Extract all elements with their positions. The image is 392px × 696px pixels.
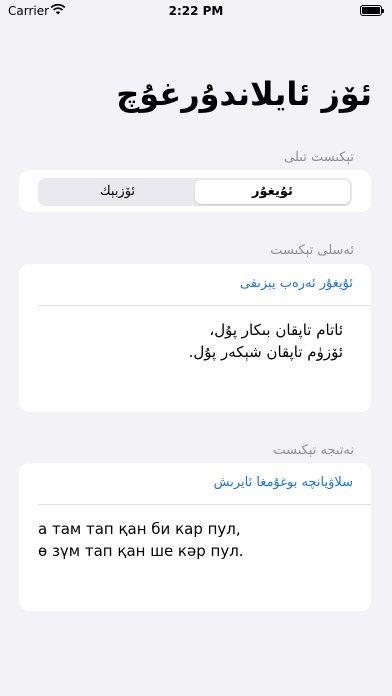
result-script-link[interactable]: سلاۋيانچە بوغۇمغا ئايرىش — [214, 475, 353, 490]
segment-uyghur[interactable]: ئۇيغۇر — [195, 180, 350, 204]
source-text[interactable]: ئاتام تاپقان بىكار پۇل، ئۆزۈم تاپقان شېك… — [189, 319, 343, 363]
result-card[interactable]: سلاۋيانچە بوغۇمغا ئايرىش а там тап қан б… — [19, 463, 371, 611]
result-line-2: ө зүм тап қан ше кәр пул. — [38, 542, 244, 560]
result-section-label: نەتىجە تېكىست — [273, 443, 354, 458]
source-section-label: ئەسلى تېكىست — [270, 243, 354, 258]
page-title: ئۆز ئايلاندۇرغۇچ — [116, 75, 372, 113]
result-divider — [38, 504, 371, 505]
segment-uzbek[interactable]: ئۆزبېك — [40, 180, 195, 204]
script-segmented-control[interactable]: ئۆزبېك ئۇيغۇر — [38, 178, 352, 206]
source-line-2: ئۆزۈم تاپقان شېكەر پۇل. — [188, 343, 343, 361]
result-text[interactable]: а там тап қан би кар пул, ө зүм тап қан … — [38, 518, 244, 562]
source-card[interactable]: ئۇيغۇر ئەرەب يېزىقى ئاتام تاپقان بىكار پ… — [19, 264, 371, 412]
result-line-1: а там тап қан би кар пул, — [38, 520, 241, 538]
script-section-label: تېكىست تىلى — [284, 150, 354, 165]
clock: 2:22 PM — [168, 4, 224, 18]
source-divider — [38, 305, 371, 306]
source-script-link[interactable]: ئۇيغۇر ئەرەب يېزىقى — [240, 276, 353, 291]
status-bar: Carrier 2:22 PM — [0, 0, 392, 22]
battery-icon — [360, 5, 384, 16]
source-line-1: ئاتام تاپقان بىكار پۇل، — [209, 321, 343, 339]
